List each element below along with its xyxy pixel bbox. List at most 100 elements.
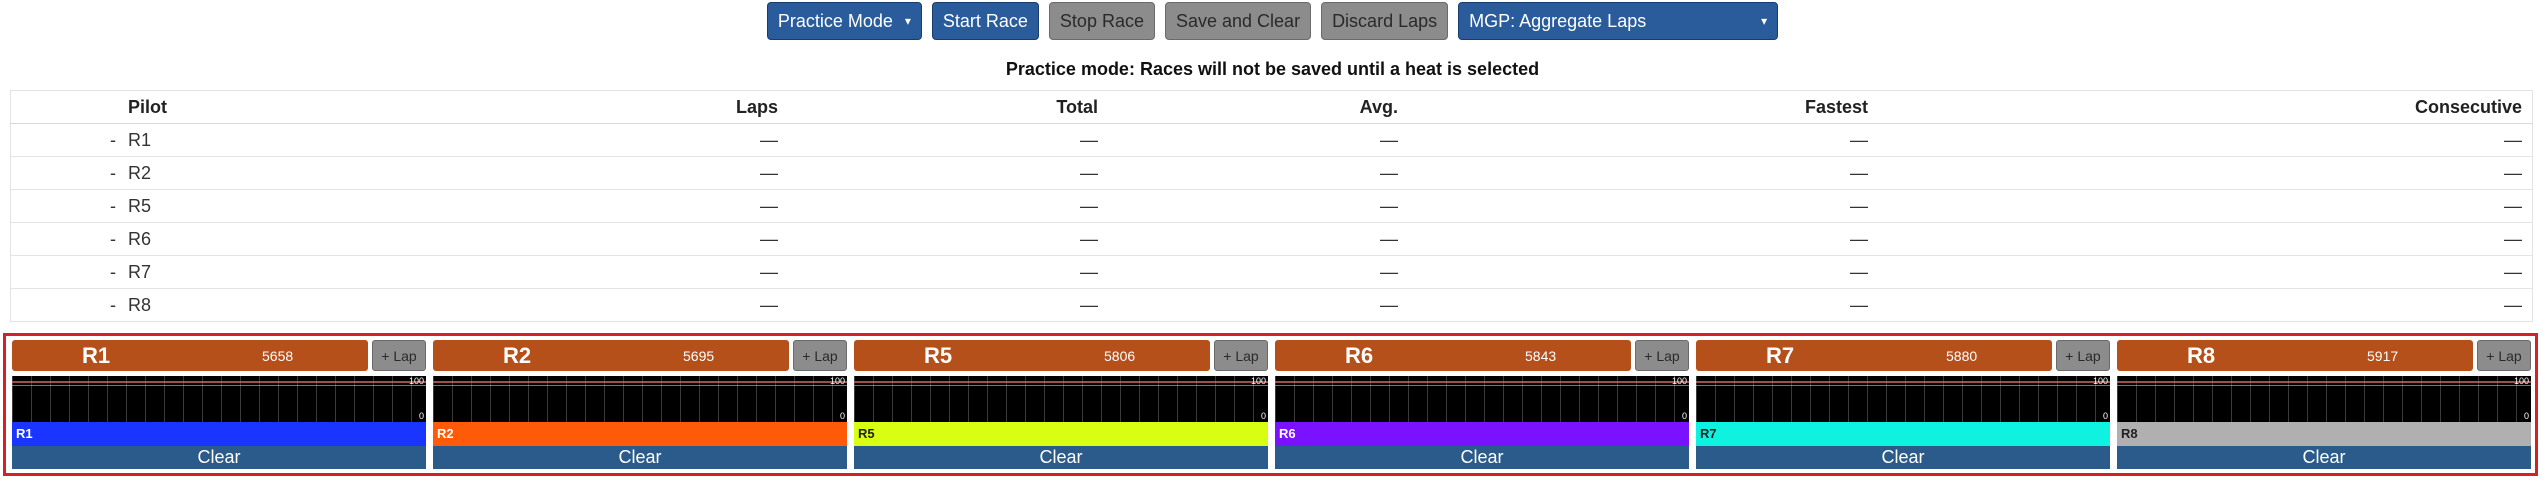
pilot-color-bar: R5 [854, 422, 1268, 446]
clear-button[interactable]: Clear [2117, 445, 2531, 470]
pilot-label: R2 [437, 426, 454, 442]
position-cell: - [10, 156, 122, 190]
practice-mode-select[interactable]: Practice Mode ▾ [766, 2, 922, 40]
graph-min-label: 0 [418, 411, 424, 422]
rssi-graph: 100 0 [433, 376, 847, 423]
graph-max-label: 100 [1250, 376, 1266, 387]
avg-cell: — [1108, 255, 1408, 289]
pilot-color-bar: R7 [1696, 422, 2110, 446]
node-name: R6 [1345, 342, 1374, 368]
pilot-cell: R5 [122, 189, 528, 223]
graph-min-label: 0 [1681, 411, 1687, 422]
consecutive-cell: — [1878, 156, 2533, 190]
graph-max-label: 100 [408, 376, 424, 387]
node-frequency: 5806 [1104, 347, 1136, 364]
discard-laps-button[interactable]: Discard Laps [1321, 2, 1449, 40]
node-title: R7 5880 [1696, 340, 2052, 372]
node-card: R1 5658 + Lap 100 0 R1 Clear [12, 340, 426, 470]
race-format-select[interactable]: MGP: Aggregate Laps ▾ [1458, 2, 1779, 40]
pilot-label: R6 [1279, 426, 1296, 442]
pilot-color-bar: R2 [433, 422, 847, 446]
avg-cell: — [1108, 288, 1408, 322]
clear-button[interactable]: Clear [854, 445, 1268, 470]
graph-min-label: 0 [2102, 411, 2108, 422]
position-cell: - [10, 255, 122, 289]
race-format-label: MGP: Aggregate Laps [1469, 10, 1647, 31]
graph-reference-line [12, 385, 426, 387]
graph-min-label: 0 [2523, 411, 2529, 422]
fastest-cell: — [1408, 123, 1878, 157]
node-title: R8 5917 [2117, 340, 2473, 372]
pilot-color-bar: R1 [12, 422, 426, 446]
add-lap-button[interactable]: + Lap [2056, 340, 2110, 372]
clear-button[interactable]: Clear [1696, 445, 2110, 470]
leaderboard-table: Pilot Laps Total Avg. Fastest Consecutiv… [10, 90, 2533, 322]
graph-max-label: 100 [2513, 376, 2529, 387]
graph-min-label: 0 [1260, 411, 1266, 422]
node-title: R5 5806 [854, 340, 1210, 372]
node-title: R6 5843 [1275, 340, 1631, 372]
consecutive-cell: — [1878, 255, 2533, 289]
save-and-clear-button[interactable]: Save and Clear [1164, 2, 1312, 40]
graph-max-label: 100 [2092, 376, 2108, 387]
graph-max-label: 100 [829, 376, 845, 387]
table-row: - R5— — — — — [10, 189, 2533, 223]
pilot-color-bar: R6 [1275, 422, 1689, 446]
position-cell: - [10, 288, 122, 322]
laps-cell: — [528, 189, 788, 223]
node-card: R7 5880 + Lap 100 0 R7 Clear [1696, 340, 2110, 470]
pilot-cell: R8 [122, 288, 528, 322]
total-cell: — [788, 156, 1108, 190]
add-lap-button[interactable]: + Lap [2477, 340, 2531, 372]
laps-header: Laps [528, 90, 788, 124]
start-race-button[interactable]: Start Race [931, 2, 1039, 40]
pilot-label: R1 [16, 426, 33, 442]
stop-race-button[interactable]: Stop Race [1048, 2, 1155, 40]
pilot-color-bar: R8 [2117, 422, 2531, 446]
add-lap-button[interactable]: + Lap [1635, 340, 1689, 372]
fastest-header: Fastest [1408, 90, 1878, 124]
total-cell: — [788, 189, 1108, 223]
clear-button[interactable]: Clear [12, 445, 426, 470]
position-cell: - [10, 222, 122, 256]
fastest-cell: — [1408, 288, 1878, 322]
node-card: R8 5917 + Lap 100 0 R8 Clear [2117, 340, 2531, 470]
add-lap-button[interactable]: + Lap [372, 340, 426, 372]
add-lap-button[interactable]: + Lap [1214, 340, 1268, 372]
graph-threshold-line [433, 381, 847, 384]
rssi-graph: 100 0 [1275, 376, 1689, 423]
node-card: R2 5695 + Lap 100 0 R2 Clear [433, 340, 847, 470]
graph-threshold-line [1696, 381, 2110, 384]
avg-header: Avg. [1108, 90, 1408, 124]
graph-threshold-line [1275, 381, 1689, 384]
node-card: R5 5806 + Lap 100 0 R5 Clear [854, 340, 1268, 470]
graph-threshold-line [12, 381, 426, 384]
position-cell: - [10, 123, 122, 157]
node-header: R8 5917 + Lap [2117, 340, 2531, 372]
graph-threshold-line [2117, 381, 2531, 384]
position-header [10, 90, 122, 124]
avg-cell: — [1108, 222, 1408, 256]
total-cell: — [788, 288, 1108, 322]
fastest-cell: — [1408, 189, 1878, 223]
node-title: R1 5658 [12, 340, 368, 372]
clear-button[interactable]: Clear [1275, 445, 1689, 470]
table-row: - R8— — — — — [10, 288, 2533, 322]
clear-button[interactable]: Clear [433, 445, 847, 470]
total-cell: — [788, 255, 1108, 289]
graph-reference-line [2117, 385, 2531, 387]
node-frequency: 5917 [2367, 347, 2399, 364]
node-name: R8 [2187, 342, 2216, 368]
node-frequency: 5843 [1525, 347, 1557, 364]
laps-cell: — [528, 255, 788, 289]
rssi-graph: 100 0 [854, 376, 1268, 423]
table-row: - R1— — — — — [10, 123, 2533, 157]
node-header: R6 5843 + Lap [1275, 340, 1689, 372]
node-frequency: 5695 [683, 347, 715, 364]
total-cell: — [788, 222, 1108, 256]
graph-reference-line [1696, 385, 2110, 387]
laps-cell: — [528, 288, 788, 322]
rssi-graph: 100 0 [12, 376, 426, 423]
add-lap-button[interactable]: + Lap [793, 340, 847, 372]
pilot-cell: R1 [122, 123, 528, 157]
